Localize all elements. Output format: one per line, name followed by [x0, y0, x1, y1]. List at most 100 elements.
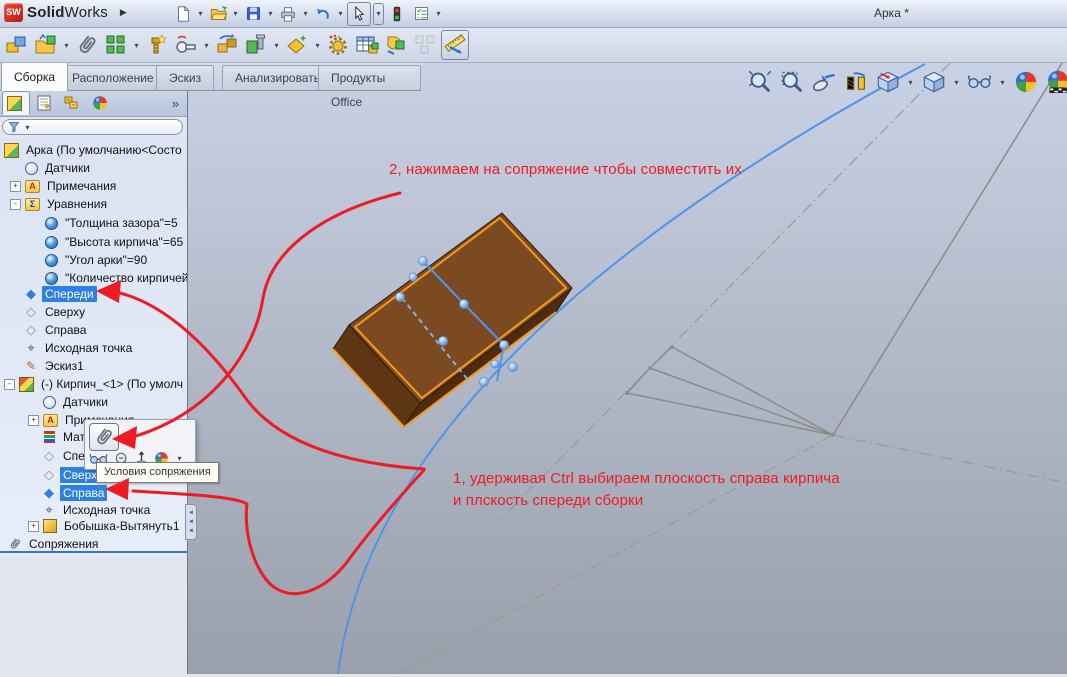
sketch-icon — [24, 359, 38, 373]
material-icon — [44, 431, 55, 443]
tree-item-brick-right-plane[interactable]: Справа — [0, 484, 187, 502]
tab-layout[interactable]: Расположение — [59, 65, 167, 90]
reference-geometry-dropdown[interactable]: ▾ — [313, 41, 322, 50]
collapse-toggle[interactable]: - — [4, 379, 15, 390]
plane-icon-selected — [42, 486, 56, 500]
measure-icon-active[interactable] — [441, 30, 469, 60]
tab-assembly[interactable]: Сборка — [1, 62, 68, 91]
configuration-manager-tab[interactable] — [58, 91, 86, 115]
insert-component-icon[interactable] — [4, 31, 30, 59]
print-icon[interactable] — [277, 3, 299, 25]
tree-item-mates-group[interactable]: Сопряжения — [0, 535, 187, 551]
manager-overflow-chevron[interactable]: » — [172, 96, 179, 111]
undo-icon[interactable] — [312, 3, 334, 25]
tree-item-annotations[interactable]: +Примечания — [0, 177, 187, 195]
mate-button[interactable] — [89, 423, 119, 451]
select-dropdown[interactable]: ▾ — [373, 3, 384, 25]
apply-scene-icon[interactable] — [1044, 69, 1067, 96]
insert-component-from-file-icon[interactable] — [33, 31, 59, 59]
display-style-icon[interactable] — [920, 69, 947, 96]
tab-evaluate[interactable]: Анализировать — [222, 65, 333, 90]
tree-item-equation-height[interactable]: "Высота кирпича"=65 — [0, 233, 187, 251]
expand-toggle[interactable]: + — [28, 521, 39, 532]
section-view-icon[interactable] — [842, 69, 869, 96]
tree-item-right-plane[interactable]: Справа — [0, 321, 187, 339]
component-pattern-dropdown[interactable]: ▾ — [132, 41, 141, 50]
tab-office-products[interactable]: Продукты Office — [318, 65, 421, 90]
tree-item-top-plane[interactable]: Сверху — [0, 303, 187, 321]
tree-item-equation-angle[interactable]: "Угол арки"=90 — [0, 251, 187, 269]
hide-show-dropdown[interactable]: ▾ — [998, 78, 1007, 87]
plane-icon — [42, 468, 56, 482]
move-component-dropdown[interactable]: ▾ — [202, 41, 211, 50]
simulation-gears-icon[interactable] — [325, 31, 351, 59]
zoom-to-fit-icon[interactable] — [746, 69, 773, 96]
filter-dropdown[interactable]: ▾ — [23, 123, 32, 132]
new-document-dropdown[interactable]: ▾ — [196, 9, 205, 18]
property-manager-tab[interactable] — [30, 91, 58, 115]
move-component-icon[interactable] — [173, 31, 199, 59]
panel-collapse-handle[interactable]: ◄◄◄ — [185, 504, 197, 540]
open-document-icon[interactable] — [207, 3, 229, 25]
pane-splitter[interactable] — [0, 551, 187, 553]
filter-funnel-icon — [8, 121, 20, 133]
tree-item-brick-sensors[interactable]: Датчики — [0, 393, 187, 411]
hide-show-items-icon[interactable] — [966, 69, 993, 96]
assembly-features-dropdown[interactable]: ▾ — [272, 41, 281, 50]
assembly-features-icon[interactable] — [243, 31, 269, 59]
tree-item-boss-extrude[interactable]: +Бобышка-Вытянуть1 — [0, 517, 187, 535]
plane-icon — [24, 323, 38, 337]
tree-item-brick-component[interactable]: -(-) Кирпич_<1> (По умолч — [0, 375, 187, 393]
undo-dropdown[interactable]: ▾ — [336, 9, 345, 18]
options-checklist-icon[interactable] — [410, 3, 432, 25]
brand-rest: Works — [65, 4, 108, 21]
tab-sketch[interactable]: Эскиз — [156, 65, 214, 90]
smart-fasteners-icon[interactable] — [144, 31, 170, 59]
tree-item-origin[interactable]: Исходная точка — [0, 339, 187, 357]
tree-item-sketch1[interactable]: Эскиз1 — [0, 357, 187, 375]
edit-appearance-icon[interactable] — [1012, 69, 1039, 96]
mate-paperclip-icon[interactable] — [74, 31, 100, 59]
reference-geometry-icon[interactable] — [284, 31, 310, 59]
select-cursor-icon[interactable] — [347, 2, 371, 26]
view-orientation-dropdown[interactable]: ▾ — [906, 78, 915, 87]
tree-item-front-plane[interactable]: Спереди — [0, 285, 187, 303]
menu-flyout-arrow[interactable]: ▶ — [120, 7, 127, 18]
insert-component-dropdown[interactable]: ▾ — [62, 41, 71, 50]
command-manager-tabs: Сборка Расположение Эскиз Анализировать … — [0, 62, 421, 91]
view-orientation-icon[interactable] — [874, 69, 901, 96]
open-document-dropdown[interactable]: ▾ — [231, 9, 240, 18]
print-dropdown[interactable]: ▾ — [301, 9, 310, 18]
graphics-viewport[interactable] — [187, 62, 1067, 674]
display-manager-tab[interactable] — [86, 91, 114, 115]
property-manager-icon — [36, 95, 52, 111]
tree-filter-bar[interactable]: ▾ — [2, 119, 183, 135]
mate-tooltip: Условия сопряжения — [96, 462, 219, 483]
tree-item-sensors[interactable]: Датчики — [0, 159, 187, 177]
options-dropdown[interactable]: ▾ — [434, 9, 443, 18]
rotate-component-icon[interactable] — [214, 31, 240, 59]
save-icon[interactable] — [242, 3, 264, 25]
display-style-dropdown[interactable]: ▾ — [952, 78, 961, 87]
linear-component-pattern-icon[interactable] — [103, 31, 129, 59]
collapse-toggle[interactable]: - — [10, 199, 21, 210]
previous-view-icon[interactable] — [810, 69, 837, 96]
new-document-icon[interactable] — [172, 3, 194, 25]
move-with-triad-icon[interactable] — [383, 31, 409, 59]
feature-manager-tab[interactable] — [2, 91, 30, 115]
exploded-view-icon-disabled — [412, 31, 438, 59]
zoom-to-area-icon[interactable] — [778, 69, 805, 96]
save-dropdown[interactable]: ▾ — [266, 9, 275, 18]
global-variable-icon — [45, 217, 58, 230]
tree-item-assembly-root[interactable]: Арка (По умолчанию<Состо — [0, 141, 187, 159]
expand-toggle[interactable]: + — [28, 415, 39, 426]
standard-toolbar: ▾ ▾ ▾ ▾ ▾ ▾ ▾ — [172, 1, 443, 26]
tree-item-equation-gap[interactable]: "Толщина зазора"=5 — [0, 214, 187, 232]
collapse-arrows: ◄ — [188, 509, 194, 518]
configuration-manager-icon — [64, 95, 80, 111]
tree-item-equations[interactable]: -Уравнения — [0, 195, 187, 213]
plane-icon-selected — [24, 287, 38, 301]
expand-toggle[interactable]: + — [10, 181, 21, 192]
rebuild-traffic-light-icon[interactable] — [386, 3, 408, 25]
bill-of-materials-icon[interactable] — [354, 31, 380, 59]
